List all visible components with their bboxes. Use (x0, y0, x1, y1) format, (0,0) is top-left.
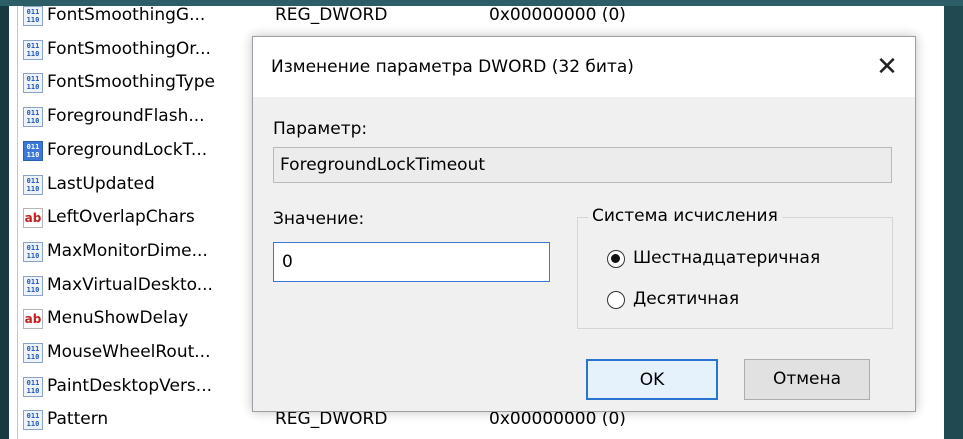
registry-row-name: LastUpdated (47, 173, 155, 194)
registry-row-data: 0x00000000 (0) (489, 409, 626, 430)
binary-value-icon: 011 110 (23, 107, 43, 128)
registry-row-name: FontSmoothingOr... (47, 38, 211, 59)
radio-hex[interactable]: Шестнадцатеричная (607, 247, 897, 273)
param-name-field: ForegroundLockTimeout (273, 147, 892, 183)
binary-value-icon: 011 110 (23, 73, 43, 94)
registry-row-name: Pattern (47, 409, 109, 430)
string-value-icon: ab (23, 208, 43, 229)
registry-row-name: FontSmoothingType (47, 72, 215, 93)
dialog-title: Изменение параметра DWORD (32 бита) (271, 57, 634, 77)
string-value-icon: ab (23, 309, 43, 330)
base-group-label: Система исчисления (588, 206, 782, 226)
dialog-titlebar: Изменение параметра DWORD (32 бита) ✕ (253, 37, 915, 97)
base-groupbox: Система исчисления Шестнадцатеричная Дес… (577, 206, 893, 329)
binary-value-icon: 011 110 (23, 376, 43, 397)
param-label: Параметр: (273, 119, 368, 139)
registry-row-name: PaintDesktopVers... (47, 375, 213, 396)
binary-value-icon: 011 110 (23, 275, 43, 296)
binary-value-icon: 011 110 (23, 39, 43, 60)
binary-value-icon: 011 110 (23, 140, 43, 161)
value-label: Значение: (273, 209, 365, 229)
binary-value-icon: 011 110 (23, 241, 43, 262)
registry-row-name: ForegroundLockT... (47, 139, 208, 160)
registry-row-name: LeftOverlapChars (47, 207, 195, 228)
registry-row-data: 0x00000000 (0) (489, 6, 626, 25)
registry-row-name: MouseWheelRout... (47, 342, 211, 362)
cancel-button[interactable]: Отмена (744, 359, 870, 400)
registry-row-name: FontSmoothingG... (47, 6, 206, 25)
binary-value-icon: 011 110 (23, 6, 43, 26)
registry-row[interactable]: 011 110 FontSmoothingG... REG_DWORD 0x000000… (23, 6, 923, 33)
binary-value-icon: 011 110 (23, 343, 43, 363)
binary-value-icon: 011 110 (23, 174, 43, 195)
radio-dec[interactable]: Десятичная (607, 288, 897, 314)
registry-row-name: MenuShowDelay (47, 308, 189, 329)
value-input[interactable]: 0 (273, 242, 550, 282)
binary-value-icon: 011 110 (23, 410, 43, 431)
registry-row-name: ForegroundFlash... (47, 106, 205, 127)
registry-row-name: MaxVirtualDeskto... (47, 274, 213, 295)
registry-row-type: REG_DWORD (275, 409, 388, 430)
pane-divider (17, 6, 18, 439)
radio-hex-label: Шестнадцатеричная (633, 248, 821, 268)
close-icon[interactable]: ✕ (867, 47, 907, 87)
registry-row-type: REG_DWORD (275, 6, 388, 25)
radio-hex-button[interactable] (607, 250, 625, 268)
radio-dec-button[interactable] (607, 291, 625, 309)
ok-button[interactable]: OK (586, 359, 718, 400)
edit-dword-dialog: Изменение параметра DWORD (32 бита) ✕ Па… (252, 36, 916, 412)
window-left-edge (0, 6, 9, 439)
radio-dec-label: Десятичная (633, 289, 740, 309)
registry-row-name: MaxMonitorDime... (47, 240, 208, 261)
